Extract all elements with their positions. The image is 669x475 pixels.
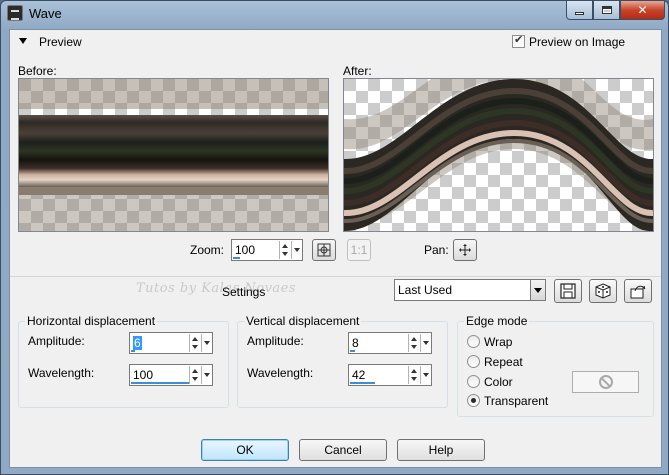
edge-mode-color-radio[interactable] — [467, 375, 480, 388]
dialog-body: Preview Preview on Image Before: After: — [9, 29, 662, 468]
collapse-triangle-icon[interactable] — [19, 38, 27, 44]
vertical-displacement-title: Vertical displacement — [244, 314, 362, 328]
edge-color-swatch[interactable] — [572, 371, 639, 393]
minimize-icon — [575, 11, 584, 15]
preset-combo[interactable]: Last Used — [394, 279, 546, 301]
horizontal-amplitude-spin-icon[interactable] — [189, 334, 200, 352]
settings-label: Settings — [222, 285, 266, 299]
preview-header[interactable]: Preview Preview on Image — [10, 30, 661, 54]
horizontal-amplitude-dropdown-icon[interactable] — [201, 334, 211, 352]
zoom-fill-bar — [233, 257, 240, 259]
ok-button[interactable]: OK — [201, 439, 289, 461]
before-label: Before: — [18, 64, 57, 78]
zoom-one-to-one-button[interactable]: 1:1 — [347, 239, 371, 261]
horizontal-displacement-title: Horizontal displacement — [25, 314, 158, 328]
preview-on-image-label[interactable]: Preview on Image — [529, 35, 625, 49]
section-divider — [10, 276, 661, 277]
edge-mode-color-label[interactable]: Color — [484, 375, 513, 389]
edge-mode-wrap-radio[interactable] — [467, 335, 480, 348]
wave-dialog-window: Wave ✕ Preview Preview on Image Before: … — [0, 0, 669, 475]
edge-mode-wrap-label[interactable]: Wrap — [484, 335, 512, 349]
vertical-amplitude-input[interactable]: 8 — [348, 332, 432, 354]
horizontal-wavelength-spin-icon[interactable] — [189, 366, 200, 384]
cancel-button[interactable]: Cancel — [299, 439, 387, 461]
randomize-button[interactable] — [589, 279, 617, 303]
no-color-icon — [598, 375, 613, 389]
preview-on-image-checkbox[interactable] — [512, 33, 525, 48]
zoom-label: Zoom: — [190, 243, 225, 257]
app-icon — [7, 5, 23, 21]
vertical-wavelength-dropdown-icon[interactable] — [420, 366, 430, 384]
vertical-wavelength-input[interactable]: 42 — [348, 364, 432, 386]
floppy-disk-icon — [560, 283, 576, 299]
preview-label: Preview — [39, 35, 82, 49]
horizontal-amplitude-label: Amplitude: — [28, 334, 85, 348]
edge-mode-transparent-label[interactable]: Transparent — [484, 394, 548, 408]
horizontal-wavelength-label: Wavelength: — [28, 366, 95, 380]
maximize-icon — [601, 6, 612, 14]
zoom-spin-arrows-icon[interactable] — [279, 241, 290, 259]
horizontal-wavelength-input[interactable]: 100 — [129, 364, 213, 386]
vertical-wavelength-label: Wavelength: — [247, 366, 314, 380]
pan-label: Pan: — [424, 243, 449, 257]
vertical-amplitude-value: 8 — [352, 336, 359, 350]
zoom-input[interactable]: 100 — [231, 239, 303, 261]
vertical-amplitude-dropdown-icon[interactable] — [420, 334, 430, 352]
close-icon: ✕ — [637, 3, 648, 17]
before-preview-image — [19, 79, 328, 231]
reset-icon — [630, 285, 646, 299]
dice-icon — [595, 283, 611, 299]
reset-preset-button[interactable] — [624, 279, 652, 303]
vertical-amplitude-label: Amplitude: — [247, 334, 304, 348]
edge-mode-repeat-radio[interactable] — [467, 355, 480, 368]
close-button[interactable]: ✕ — [620, 1, 665, 20]
horizontal-wavelength-dropdown-icon[interactable] — [201, 366, 211, 384]
pan-button[interactable] — [453, 239, 477, 261]
help-button[interactable]: Help — [397, 439, 485, 461]
horizontal-amplitude-input[interactable]: 6 — [129, 332, 213, 354]
maximize-button[interactable] — [593, 1, 620, 20]
after-label: After: — [343, 64, 372, 78]
watermark-text: Tutos by Kalas Novaes — [136, 281, 297, 296]
vertical-wavelength-value: 42 — [352, 368, 366, 382]
after-preview-image — [344, 79, 653, 231]
after-preview[interactable] — [343, 78, 654, 232]
preset-dropdown-arrow-icon[interactable] — [530, 280, 545, 300]
vertical-amplitude-spin-icon[interactable] — [408, 334, 419, 352]
edge-mode-title: Edge mode — [464, 314, 530, 328]
title-bar[interactable]: Wave ✕ — [1, 1, 668, 27]
zoom-value: 100 — [235, 243, 256, 257]
window-title: Wave — [29, 6, 62, 21]
minimize-button[interactable] — [566, 1, 593, 20]
move-arrows-icon — [459, 244, 471, 256]
edge-mode-transparent-radio[interactable] — [467, 394, 480, 407]
horizontal-wavelength-fill-bar — [131, 382, 190, 384]
vertical-wavelength-fill-bar — [350, 382, 375, 384]
preset-value: Last Used — [398, 283, 453, 297]
horizontal-wavelength-value: 100 — [133, 368, 154, 382]
before-preview[interactable] — [18, 78, 329, 232]
edge-mode-repeat-label[interactable]: Repeat — [484, 355, 523, 369]
horizontal-amplitude-fill-bar — [131, 350, 135, 352]
vertical-amplitude-fill-bar — [350, 350, 355, 352]
crosshair-icon — [317, 243, 331, 257]
vertical-wavelength-spin-icon[interactable] — [408, 366, 419, 384]
zoom-dropdown-icon[interactable] — [291, 241, 301, 259]
zoom-to-fit-button[interactable] — [312, 239, 336, 261]
horizontal-amplitude-value: 6 — [133, 336, 142, 350]
save-preset-button[interactable] — [554, 279, 582, 303]
